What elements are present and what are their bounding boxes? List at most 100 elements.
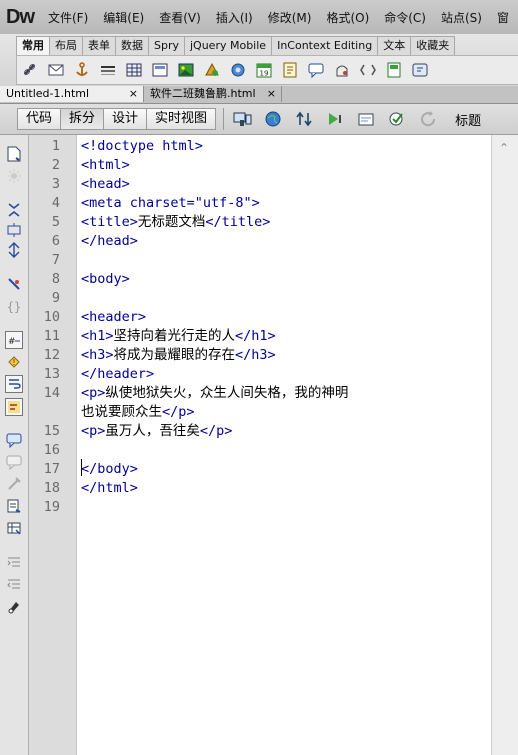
remove-comment-icon[interactable] bbox=[5, 453, 23, 471]
line-numbers-icon[interactable]: # bbox=[5, 331, 23, 349]
live-view-button[interactable]: 实时视图 bbox=[146, 108, 217, 130]
menu-insert[interactable]: 插入(I) bbox=[216, 9, 253, 26]
collapse-full-tag-icon[interactable] bbox=[5, 201, 23, 219]
preview-browser-icon[interactable] bbox=[263, 109, 285, 129]
code-text: 将成为最耀眼的存在 bbox=[113, 347, 236, 363]
line-number: 1 bbox=[51, 138, 60, 154]
line-number: 10 bbox=[43, 309, 60, 325]
table-icon[interactable] bbox=[124, 60, 144, 80]
syntax-coloring-icon[interactable] bbox=[5, 398, 23, 416]
doc-tab-label: Untitled-1.html bbox=[6, 87, 90, 100]
code-line: <!doctype html> bbox=[81, 137, 203, 156]
move-css-icon[interactable] bbox=[5, 519, 23, 537]
insert-tab-text[interactable]: 文本 bbox=[377, 36, 412, 55]
code-line: </body> bbox=[81, 460, 138, 479]
split-view-button[interactable]: 拆分 bbox=[60, 108, 105, 130]
head-icon[interactable] bbox=[332, 60, 352, 80]
sun-icon bbox=[5, 167, 23, 185]
outdent-code-icon[interactable] bbox=[5, 575, 23, 593]
code-tag: <head> bbox=[81, 176, 130, 192]
menu-file[interactable]: 文件(F) bbox=[48, 9, 88, 26]
balance-braces-icon[interactable]: {} bbox=[5, 297, 23, 315]
image-icon[interactable] bbox=[176, 60, 196, 80]
script-icon[interactable] bbox=[358, 60, 378, 80]
line-number: 18 bbox=[43, 480, 60, 496]
insert-tab-favorites[interactable]: 收藏夹 bbox=[410, 36, 456, 55]
code-tag: <body> bbox=[81, 271, 130, 287]
menu-view[interactable]: 查看(V) bbox=[159, 9, 201, 26]
horizontal-rule-icon[interactable] bbox=[98, 60, 118, 80]
doc-tab-untitled[interactable]: Untitled-1.html × bbox=[0, 86, 144, 102]
design-view-button[interactable]: 设计 bbox=[103, 108, 148, 130]
refresh-icon[interactable] bbox=[418, 109, 440, 129]
hyperlink-icon[interactable] bbox=[20, 60, 40, 80]
svg-text:#: # bbox=[8, 337, 16, 347]
comment-icon[interactable] bbox=[306, 60, 326, 80]
code-tag: <meta charset="utf-8"> bbox=[81, 195, 260, 211]
file-management-icon[interactable] bbox=[294, 109, 316, 129]
scroll-up-icon[interactable]: ⌃ bbox=[499, 141, 509, 155]
svg-text:19: 19 bbox=[260, 70, 269, 78]
menu-bar: Dw 文件(F) 编辑(E) 查看(V) 插入(I) 修改(M) 格式(O) 命… bbox=[0, 0, 518, 35]
code-line: </header> bbox=[81, 365, 154, 384]
insert-tab-incontext[interactable]: InContext Editing bbox=[271, 36, 379, 55]
select-parent-tag-icon[interactable] bbox=[5, 275, 23, 293]
named-anchor-icon[interactable] bbox=[72, 60, 92, 80]
templates-icon[interactable] bbox=[384, 60, 404, 80]
email-link-icon[interactable] bbox=[46, 60, 66, 80]
document-tabs: Untitled-1.html × 软件二班魏鲁鹏.html × bbox=[0, 86, 518, 104]
code-line: <h1>坚持向着光行走的人</h1> bbox=[81, 327, 276, 346]
wrap-tag-icon[interactable] bbox=[5, 475, 23, 493]
line-number: 15 bbox=[43, 423, 60, 439]
insert-tab-layout[interactable]: 布局 bbox=[49, 36, 83, 55]
visual-aids-icon[interactable] bbox=[356, 109, 378, 129]
menu-edit[interactable]: 编辑(E) bbox=[103, 9, 144, 26]
expand-all-icon[interactable] bbox=[5, 241, 23, 259]
multiscreen-icon[interactable] bbox=[232, 109, 254, 129]
date-icon[interactable]: 19 bbox=[254, 60, 274, 80]
open-documents-icon[interactable] bbox=[5, 145, 23, 163]
line-number: 8 bbox=[51, 271, 60, 287]
line-number-gutter: 1 2 3 4 5 6 7 8 9 10 11 12 13 14 15 16 1… bbox=[29, 135, 77, 755]
recent-snippets-icon[interactable] bbox=[5, 497, 23, 515]
code-tag: </header> bbox=[81, 366, 155, 382]
svg-text:!: ! bbox=[12, 358, 15, 367]
line-number: 4 bbox=[51, 195, 60, 211]
menu-commands[interactable]: 命令(C) bbox=[384, 9, 426, 26]
apply-comment-icon[interactable] bbox=[5, 431, 23, 449]
collapse-selection-icon[interactable] bbox=[5, 221, 23, 239]
widget-icon[interactable] bbox=[228, 60, 248, 80]
word-wrap-icon[interactable] bbox=[5, 375, 23, 393]
menu-modify[interactable]: 修改(M) bbox=[268, 9, 312, 26]
code-editor[interactable]: <!doctype html> <html> <head> <meta char… bbox=[77, 135, 491, 755]
indent-code-icon[interactable] bbox=[5, 553, 23, 571]
code-tag: </title> bbox=[205, 214, 271, 230]
check-page-icon[interactable] bbox=[387, 109, 409, 129]
code-view-button[interactable]: 代码 bbox=[17, 108, 62, 130]
text-cursor bbox=[81, 459, 82, 476]
close-icon[interactable]: × bbox=[267, 86, 276, 102]
tag-chooser-icon[interactable] bbox=[410, 60, 430, 80]
format-source-icon[interactable] bbox=[5, 597, 23, 615]
insert-icon-row: 19 bbox=[16, 55, 518, 85]
insert-tab-spry[interactable]: Spry bbox=[148, 36, 185, 55]
insert-tab-jquery-mobile[interactable]: jQuery Mobile bbox=[184, 36, 273, 55]
code-line: <head> bbox=[81, 175, 130, 194]
insert-tab-common[interactable]: 常用 bbox=[16, 36, 50, 55]
vertical-scrollbar[interactable]: ⌃ bbox=[491, 135, 518, 755]
menu-format[interactable]: 格式(O) bbox=[326, 9, 369, 26]
highlight-invalid-code-icon[interactable]: ! bbox=[5, 353, 23, 371]
insert-tab-forms[interactable]: 表单 bbox=[82, 36, 116, 55]
menu-site[interactable]: 站点(S) bbox=[441, 9, 482, 26]
server-include-icon[interactable] bbox=[280, 60, 300, 80]
menu-window[interactable]: 窗 bbox=[497, 9, 509, 26]
insert-tab-data[interactable]: 数据 bbox=[115, 36, 149, 55]
media-icon[interactable] bbox=[202, 60, 222, 80]
code-line: <header> bbox=[81, 308, 146, 327]
close-icon[interactable]: × bbox=[129, 86, 138, 102]
line-number: 3 bbox=[51, 176, 60, 192]
insert-div-icon[interactable] bbox=[150, 60, 170, 80]
debug-icon[interactable] bbox=[325, 109, 347, 129]
line-number: 16 bbox=[43, 442, 60, 458]
doc-tab-file2[interactable]: 软件二班魏鲁鹏.html × bbox=[144, 86, 282, 102]
